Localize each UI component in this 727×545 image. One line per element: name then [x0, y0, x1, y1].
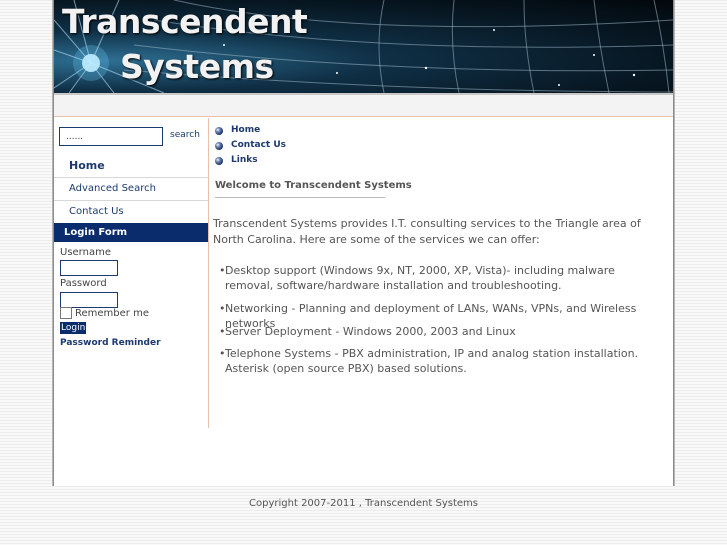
username-field[interactable] [60, 260, 118, 276]
header-toolbar [54, 93, 673, 117]
main-content: Home Contact Us Links Welcome to Transce… [209, 118, 673, 428]
sidebar: search Home Advanced Search Contact Us L… [54, 118, 208, 428]
sidebar-item-home[interactable]: Home [54, 155, 208, 178]
list-bullet: • [219, 302, 226, 315]
bullet-icon [215, 142, 223, 150]
banner-title-line1: Transcendent [62, 2, 308, 41]
footer-copyright: Copyright 2007-2011 , Transcendent Syste… [249, 498, 478, 509]
remember-me-checkbox[interactable] [60, 307, 72, 319]
page-title: Welcome to Transcendent Systems [215, 180, 412, 198]
login-form-title: Login Form [54, 223, 208, 242]
bullet-icon [215, 157, 223, 165]
remember-me-label: Remember me [75, 308, 149, 319]
password-reminder-link[interactable]: Password Reminder [60, 338, 161, 348]
list-item: • Telephone Systems - PBX administration… [219, 346, 665, 376]
sidebar-item-contact-us[interactable]: Contact Us [54, 201, 208, 224]
login-button[interactable]: Login [60, 322, 87, 334]
password-label: Password [60, 278, 107, 289]
list-item-text: Desktop support (Windows 9x, NT, 2000, X… [225, 264, 615, 292]
list-item-text: Server Deployment - Windows 2000, 2003 a… [225, 325, 516, 338]
list-item-text: Telephone Systems - PBX administration, … [225, 347, 639, 375]
list-item: • Server Deployment - Windows 2000, 2003… [219, 324, 665, 339]
sidebar-item-advanced-search[interactable]: Advanced Search [54, 178, 208, 201]
search-button[interactable]: search [170, 130, 200, 140]
header-banner: Transcendent Systems [54, 0, 673, 93]
list-bullet: • [219, 264, 226, 277]
search-input[interactable] [59, 127, 163, 146]
banner-title-line2: Systems [120, 47, 274, 86]
topnav-label: Home [231, 125, 261, 135]
list-item: • Desktop support (Windows 9x, NT, 2000,… [219, 263, 665, 293]
page-frame: Transcendent Systems search Home Advance… [54, 0, 673, 486]
bullet-icon [215, 127, 223, 135]
intro-paragraph: Transcendent Systems provides I.T. consu… [213, 217, 641, 246]
list-bullet: • [219, 325, 226, 338]
topnav-label: Contact Us [231, 140, 287, 150]
topnav-label: Links [231, 155, 258, 165]
username-label: Username [60, 247, 111, 258]
list-bullet: • [219, 347, 226, 360]
password-field[interactable] [60, 292, 118, 308]
